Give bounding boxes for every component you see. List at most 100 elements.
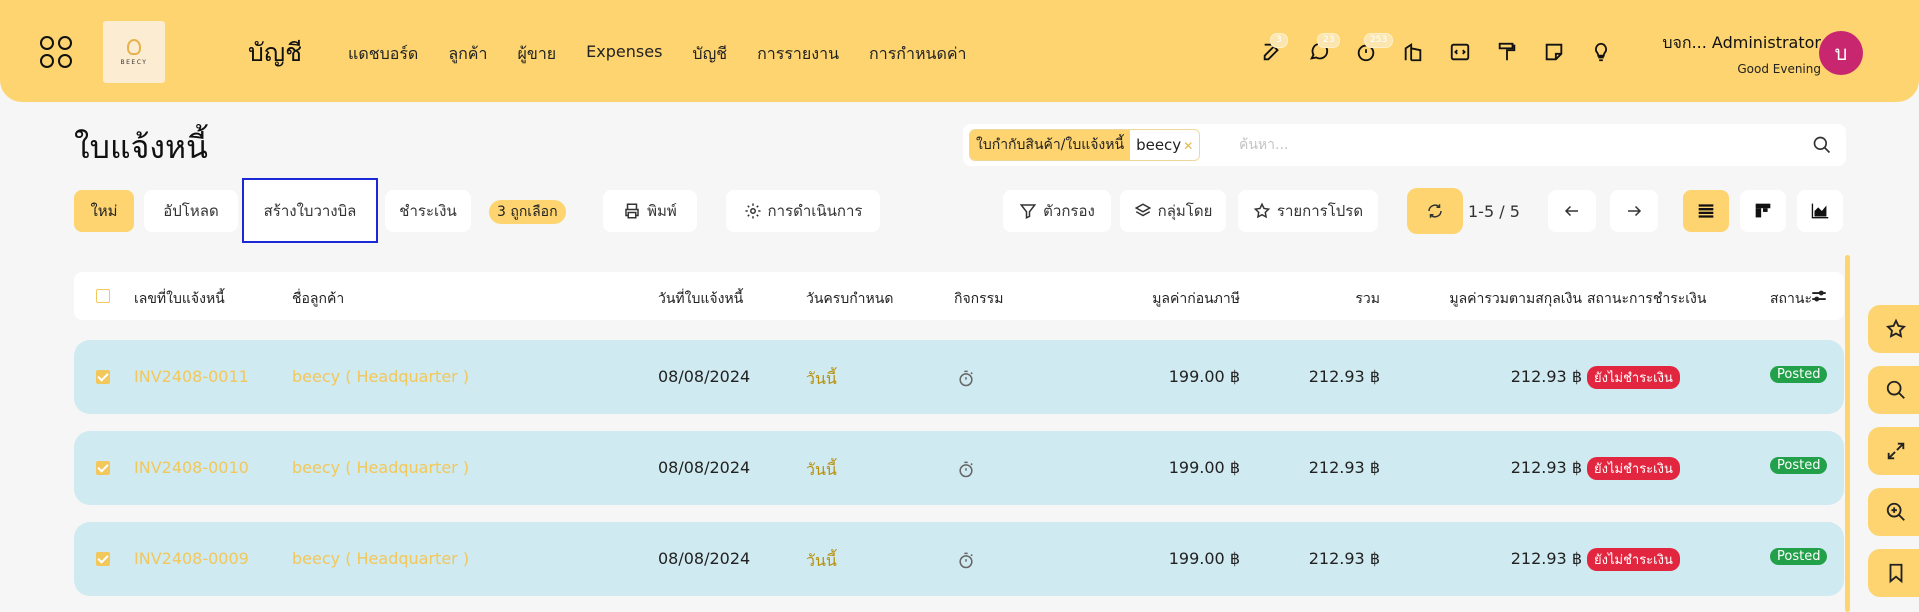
search-icon (1886, 380, 1905, 399)
side-expand-button[interactable] (1868, 427, 1919, 475)
invoice-number[interactable]: INV2408-0009 (134, 549, 249, 568)
header-icons: 3 23 253 (1260, 33, 1613, 64)
row-checkbox[interactable] (96, 552, 110, 566)
col-activity[interactable]: กิจกรรม (954, 288, 1003, 310)
filters-button[interactable]: ตัวกรอง (1003, 190, 1111, 232)
kanban-view-button[interactable] (1740, 190, 1786, 232)
table-row[interactable]: INV2408-0009 beecy ( Headquarter ) 08/08… (74, 522, 1844, 596)
apps-menu-icon[interactable] (40, 36, 72, 68)
pager-value[interactable]: 1-5 / 5 (1468, 202, 1520, 221)
logo-text: BEECY (120, 58, 148, 66)
company-logo[interactable]: BEECY (103, 21, 165, 83)
messages-icon[interactable]: 23 (1307, 33, 1341, 64)
refresh-button[interactable] (1407, 188, 1463, 234)
refresh-icon (1428, 204, 1442, 218)
filter-icon (1019, 204, 1037, 219)
nav-item-configuration[interactable]: การกำหนดค่า (869, 42, 967, 67)
customer-name[interactable]: beecy ( Headquarter ) (292, 367, 469, 386)
company-switch-icon[interactable] (1401, 40, 1425, 64)
side-zoom-button[interactable] (1868, 488, 1919, 536)
search-facet[interactable]: ใบกำกับสินค้า/ใบแจ้งหนี้ beecy ✕ (969, 129, 1201, 161)
search-bar: ใบกำกับสินค้า/ใบแจ้งหนี้ beecy ✕ (963, 124, 1846, 166)
upload-button[interactable]: อัปโหลด (144, 190, 238, 232)
invoice-number[interactable]: INV2408-0010 (134, 458, 249, 477)
next-page-button[interactable] (1610, 190, 1658, 232)
lightbulb-icon[interactable] (1589, 40, 1613, 64)
layers-icon (1134, 203, 1151, 217)
row-checkbox[interactable] (96, 370, 110, 384)
nav-item-customers[interactable]: ลูกค้า (448, 42, 487, 67)
row-checkbox[interactable] (96, 461, 110, 475)
main-nav: แดชบอร์ด ลูกค้า ผู้ขาย Expenses บัญชี กา… (348, 42, 967, 67)
new-button[interactable]: ใหม่ (74, 190, 134, 232)
status-badge: Posted (1770, 457, 1828, 474)
print-button[interactable]: พิมพ์ (603, 190, 697, 232)
col-total[interactable]: รวม (1355, 288, 1380, 310)
scrollbar[interactable] (1845, 255, 1850, 612)
bee-logo-icon (127, 38, 141, 55)
expand-icon (1887, 442, 1905, 460)
favorites-button[interactable]: รายการโปรด (1238, 190, 1378, 232)
arrow-right-icon (1628, 205, 1642, 217)
paint-roller-icon[interactable] (1495, 40, 1519, 64)
nav-item-vendors[interactable]: ผู้ขาย (518, 42, 557, 67)
group-by-button[interactable]: กลุ่มโดย (1120, 190, 1226, 232)
page-title: ใบแจ้งหนี้ (74, 128, 208, 166)
action-button[interactable]: การดำเนินการ (726, 190, 880, 232)
list-view-button[interactable] (1683, 190, 1729, 232)
side-search-button[interactable] (1868, 366, 1919, 414)
table-header: เลขที่ใบแจ้งหนี้ ชื่อลูกค้า วันที่ใบแจ้ง… (74, 272, 1844, 320)
side-favorite-button[interactable] (1868, 305, 1919, 353)
column-settings-icon[interactable] (1810, 287, 1828, 305)
customer-name[interactable]: beecy ( Headquarter ) (292, 549, 469, 568)
selected-count-badge[interactable]: 3 ถูกเลือก (489, 200, 566, 224)
nav-item-dashboard[interactable]: แดชบอร์ด (348, 42, 418, 67)
filters-label: ตัวกรอง (1043, 202, 1095, 220)
pay-button[interactable]: ชำระเงิน (385, 190, 471, 232)
app-title[interactable]: บัญชี (248, 33, 302, 73)
col-customer[interactable]: ชื่อลูกค้า (292, 288, 344, 310)
total-currency-amount: 212.93 ฿ (1510, 549, 1582, 568)
search-input[interactable] (1239, 130, 1799, 160)
create-bill-button[interactable]: สร้างใบวางบิล (242, 178, 378, 243)
printer-icon (625, 203, 639, 219)
col-invoice-number[interactable]: เลขที่ใบแจ้งหนี้ (134, 288, 225, 310)
avatar[interactable]: บ (1819, 31, 1863, 75)
search-icon[interactable] (1812, 135, 1832, 155)
table-row[interactable]: INV2408-0010 beecy ( Headquarter ) 08/08… (74, 431, 1844, 505)
timer-icon[interactable]: 253 (1354, 33, 1394, 64)
kanban-icon (1755, 203, 1771, 218)
col-untaxed[interactable]: มูลค่าก่อนภาษี (1152, 288, 1240, 310)
activities-badge: 3 (1270, 33, 1288, 48)
invoice-date: 08/08/2024 (658, 367, 751, 386)
note-icon[interactable] (1542, 40, 1566, 64)
facet-value-text: beecy (1136, 136, 1182, 154)
untaxed-amount: 199.00 ฿ (1168, 549, 1240, 568)
col-invoice-date[interactable]: วันที่ใบแจ้งหนี้ (658, 288, 743, 310)
nav-item-expenses[interactable]: Expenses (586, 42, 662, 67)
col-total-currency[interactable]: มูลค่ารวมตามสกุลเงิน (1449, 288, 1582, 310)
activities-icon[interactable]: 3 (1260, 33, 1288, 64)
graph-view-button[interactable] (1797, 190, 1843, 232)
side-bookmark-button[interactable] (1868, 549, 1919, 597)
due-date: วันนี้ (806, 551, 837, 570)
col-due-date[interactable]: วันครบกำหนด (806, 288, 893, 310)
col-payment-status[interactable]: สถานะการชำระเงิน (1587, 288, 1706, 310)
stopwatch-icon[interactable] (956, 367, 976, 389)
facet-remove-icon[interactable]: ✕ (1183, 139, 1193, 153)
action-label: การดำเนินการ (767, 202, 863, 220)
nav-item-accounting[interactable]: บัญชี (692, 42, 727, 67)
user-menu[interactable]: บจก... Administrator Good Evening (1662, 31, 1821, 76)
untaxed-amount: 199.00 ฿ (1168, 367, 1240, 386)
table-row[interactable]: INV2408-0011 beecy ( Headquarter ) 08/08… (74, 340, 1844, 414)
nav-item-reporting[interactable]: การรายงาน (757, 42, 839, 67)
invoice-number[interactable]: INV2408-0011 (134, 367, 249, 386)
developer-icon[interactable] (1448, 40, 1472, 64)
col-status[interactable]: สถานะ (1770, 288, 1812, 310)
stopwatch-icon[interactable] (956, 458, 976, 480)
stopwatch-icon[interactable] (956, 549, 976, 571)
previous-page-button[interactable] (1548, 190, 1596, 232)
customer-name[interactable]: beecy ( Headquarter ) (292, 458, 469, 477)
status-badge: Posted (1770, 548, 1828, 565)
select-all-checkbox[interactable] (96, 289, 110, 303)
